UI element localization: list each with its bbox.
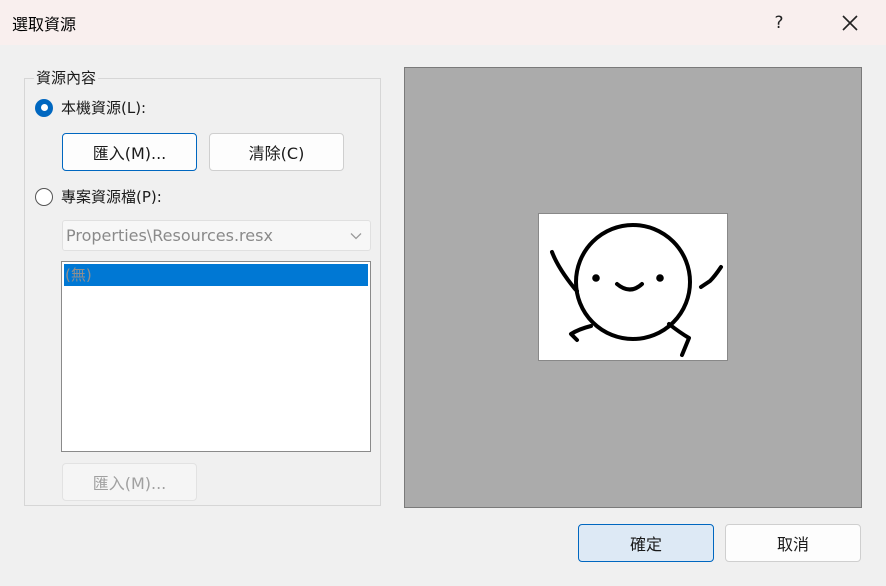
local-resource-label: 本機資源(L):: [61, 99, 147, 117]
help-button[interactable]: ?: [762, 0, 796, 45]
cancel-button[interactable]: 取消: [725, 524, 861, 562]
import-button[interactable]: 匯入(M)...: [62, 133, 197, 171]
dialog-title: 選取資源: [12, 15, 77, 34]
project-import-button[interactable]: 匯入(M)...: [62, 463, 197, 501]
chevron-down-icon: [350, 233, 362, 240]
ok-button[interactable]: 確定: [578, 524, 714, 562]
project-resource-label: 專案資源檔(P):: [61, 188, 162, 206]
radio-unselected-icon: [35, 187, 53, 206]
close-icon: [842, 14, 858, 31]
list-item[interactable]: (無): [64, 264, 368, 286]
clear-button[interactable]: 清除(C): [209, 133, 344, 171]
smiley-stick-figure-icon: [550, 223, 723, 357]
resource-file-select[interactable]: Properties\Resources.resx: [62, 220, 371, 251]
resource-list[interactable]: (無): [61, 261, 371, 452]
radio-selected-icon: [35, 98, 53, 117]
project-resource-radio[interactable]: 專案資源檔(P):: [35, 186, 162, 207]
resource-file-value: Properties\Resources.resx: [66, 226, 273, 245]
preview-image: [538, 213, 728, 361]
close-button[interactable]: [830, 0, 870, 45]
local-resource-radio[interactable]: 本機資源(L):: [35, 97, 146, 118]
title-bar: 選取資源 ?: [0, 0, 886, 45]
group-label: 資源內容: [34, 67, 99, 88]
